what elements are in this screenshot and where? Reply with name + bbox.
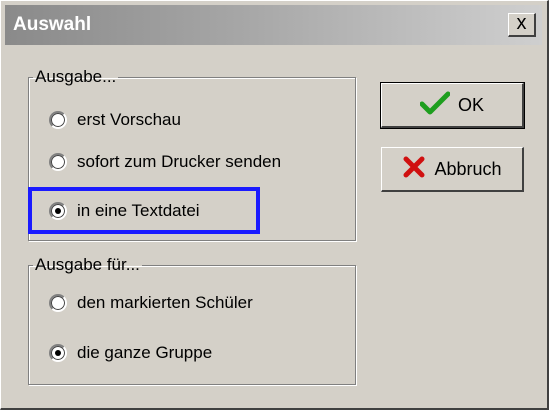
radio-label: sofort zum Drucker senden <box>77 152 282 171</box>
close-button[interactable]: x <box>508 13 536 37</box>
title-bar[interactable]: Auswahl x <box>5 5 542 45</box>
close-icon: x <box>516 12 527 34</box>
cancel-button[interactable]: Abbruch <box>381 147 524 192</box>
radio-button-icon[interactable] <box>49 294 67 312</box>
x-icon <box>402 155 426 184</box>
dialog-window: Auswahl x Ausgabe... erst Vorschau sofor… <box>0 0 549 410</box>
ok-label: OK <box>457 94 484 115</box>
radio-erst-vorschau[interactable]: erst Vorschau <box>49 107 181 133</box>
radio-button-icon[interactable] <box>49 153 67 171</box>
ausgabe-legend: Ausgabe... <box>35 67 117 86</box>
radio-ganze-gruppe[interactable]: die ganze Gruppe <box>49 340 212 366</box>
radio-label: den markierten Schüler <box>77 293 253 312</box>
selection-highlight <box>28 187 260 234</box>
radio-markierten-schueler[interactable]: den markierten Schüler <box>49 290 253 316</box>
ausgabe-fuer-legend: Ausgabe für... <box>35 255 140 274</box>
checkmark-icon <box>419 91 451 120</box>
ok-button[interactable]: OK <box>380 82 525 129</box>
cancel-label: Abbruch <box>434 158 502 179</box>
dialog-title: Auswahl <box>13 14 92 35</box>
radio-button-checked-icon[interactable] <box>49 344 67 362</box>
radio-label: erst Vorschau <box>77 110 181 129</box>
radio-label: die ganze Gruppe <box>77 343 213 362</box>
radio-button-icon[interactable] <box>49 111 67 129</box>
radio-sofort-drucker[interactable]: sofort zum Drucker senden <box>49 149 281 175</box>
